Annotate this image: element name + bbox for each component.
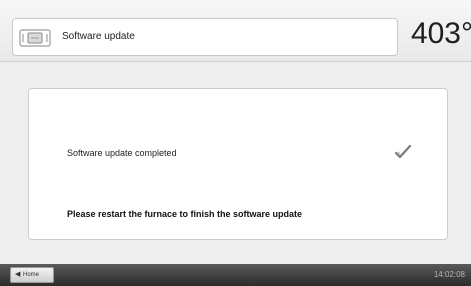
home-button[interactable]: ◀ Home (10, 267, 54, 283)
page-title: Software update (62, 31, 135, 42)
clock-display: 14:02:08 (433, 270, 465, 279)
footer-bar: ◀ Home 14:02:08 (0, 264, 471, 286)
furnace-icon (19, 28, 51, 48)
header-bar: Software update 403° (0, 0, 471, 62)
checkmark-icon (393, 144, 413, 160)
home-button-label: Home (23, 272, 40, 278)
temperature-readout: 403° (410, 17, 471, 50)
main-area: Software update completed Please restart… (0, 62, 471, 264)
restart-instruction: Please restart the furnace to finish the… (67, 209, 303, 219)
back-arrow-icon: ◀ (15, 271, 21, 278)
status-message: Software update completed (67, 148, 177, 158)
title-box: Software update (12, 18, 398, 56)
message-panel: Software update completed Please restart… (28, 88, 448, 240)
